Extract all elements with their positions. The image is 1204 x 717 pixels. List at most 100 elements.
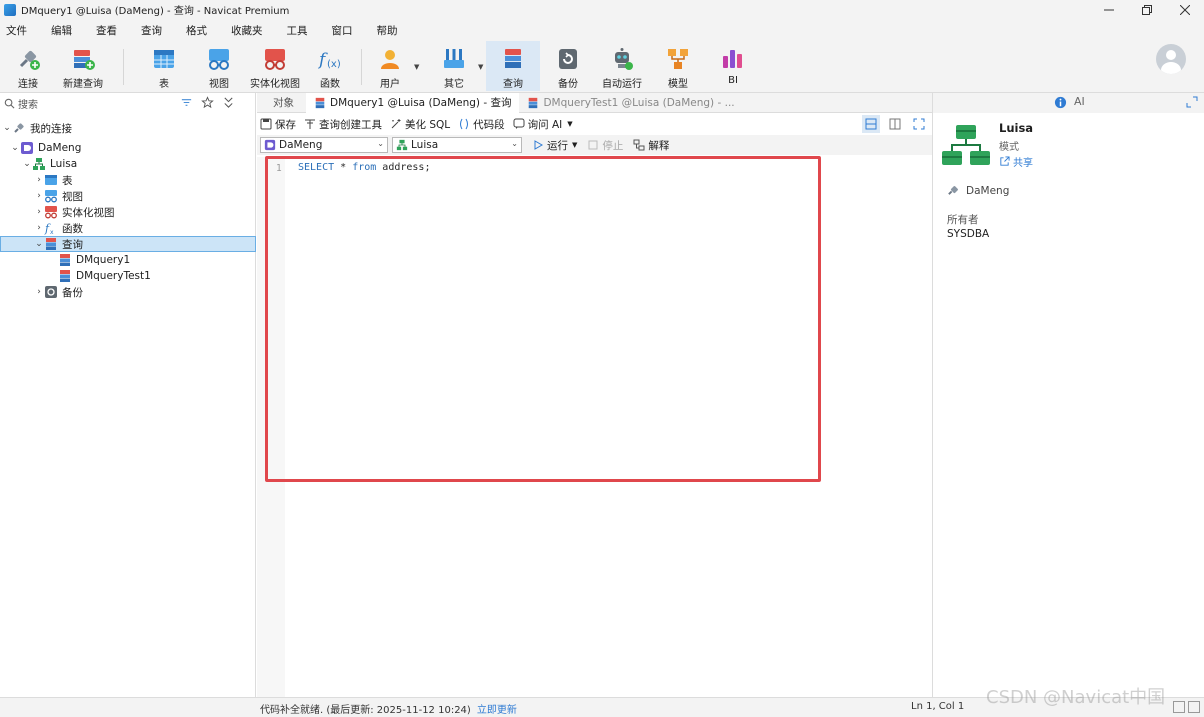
layout-toggles	[862, 115, 928, 133]
chevron-down-icon[interactable]: ⌄	[22, 159, 32, 169]
materialized-view-button[interactable]: 实体化视图	[248, 41, 302, 91]
new-query-button[interactable]: 新建查询	[60, 41, 106, 91]
sql-editor[interactable]: 1 SELECT * from address;	[257, 156, 932, 697]
share-link[interactable]: 共享	[999, 154, 1033, 169]
menu-tools[interactable]: 工具	[287, 23, 308, 38]
ask-ai-dropdown-icon[interactable]: ▼	[567, 120, 572, 128]
code-snippet-button[interactable]: 代码段	[458, 117, 505, 132]
query-builder-button[interactable]: 查询创建工具	[304, 117, 382, 132]
menu-favorites[interactable]: 收藏夹	[231, 23, 263, 38]
run-button[interactable]: 运行 ▼	[532, 138, 577, 153]
menu-file[interactable]: 文件	[6, 23, 27, 38]
menu-view[interactable]: 查看	[96, 23, 117, 38]
menu-query[interactable]: 查询	[141, 23, 162, 38]
close-button[interactable]	[1166, 0, 1204, 19]
chevron-down-icon[interactable]: ⌄	[10, 143, 20, 153]
tree-item-label: 表	[62, 174, 73, 187]
other-button[interactable]: 其它	[432, 41, 476, 91]
main-toolbar: 连接 新建查询 表 视图 实体化视图 f (x) 函数 用户 ▼ 其它 ▼ 查询…	[0, 41, 1204, 93]
menu-help[interactable]: 帮助	[377, 23, 398, 38]
stop-label: 停止	[602, 139, 624, 152]
bi-button[interactable]: BI	[711, 41, 755, 91]
chevron-right-icon[interactable]: ›	[34, 207, 44, 217]
tree-item-queries[interactable]: ⌄ 查询	[0, 236, 256, 252]
tree-item-functions[interactable]: › fx 函数	[0, 220, 256, 236]
materialized-view-label: 实体化视图	[250, 79, 300, 90]
autorun-label: 自动运行	[602, 79, 642, 90]
query-button[interactable]: 查询	[486, 41, 540, 91]
search-input[interactable]: 搜索	[18, 96, 38, 111]
update-now-link[interactable]: 立即更新	[477, 705, 517, 716]
menu-bar: 文件 编辑 查看 查询 格式 收藏夹 工具 窗口 帮助	[0, 19, 1204, 41]
menu-format[interactable]: 格式	[186, 23, 207, 38]
user-label: 用户	[380, 79, 400, 90]
explain-button[interactable]: 解释	[633, 138, 669, 153]
connection-select-value: DaMeng	[279, 139, 323, 151]
tree-item-tables[interactable]: › 表	[0, 172, 256, 188]
user-dropdown-icon[interactable]: ▼	[414, 63, 419, 71]
function-button[interactable]: f (x) 函数	[308, 41, 352, 91]
ai-tab[interactable]: AI	[1074, 95, 1085, 108]
save-button[interactable]: 保存	[260, 117, 296, 132]
user-avatar[interactable]	[1156, 44, 1186, 74]
tab-dmquerytest1[interactable]: DMqueryTest1 @Luisa (DaMeng) - ...	[519, 93, 742, 113]
backup-button[interactable]: 备份	[546, 41, 590, 91]
model-button[interactable]: 模型	[656, 41, 700, 91]
tree-item-dmquery1[interactable]: DMquery1	[0, 252, 256, 268]
chevron-right-icon[interactable]: ›	[34, 223, 44, 233]
collapse-all-icon[interactable]	[222, 96, 235, 109]
tree-item-dmquerytest1[interactable]: DMqueryTest1	[0, 268, 256, 284]
panel-left-icon[interactable]	[1173, 701, 1185, 713]
info-icon[interactable]	[1054, 96, 1067, 109]
menu-edit[interactable]: 编辑	[51, 23, 72, 38]
run-dropdown-icon[interactable]: ▼	[572, 141, 577, 149]
user-button[interactable]: 用户	[368, 41, 412, 91]
autorun-button[interactable]: 自动运行	[598, 41, 646, 91]
schema-select[interactable]: Luisa ⌄	[392, 137, 522, 153]
tree-item-dameng[interactable]: ⌄ DaMeng	[0, 140, 256, 156]
star-icon[interactable]	[201, 96, 214, 109]
connect-button[interactable]: 连接	[6, 41, 50, 91]
tree-item-backups[interactable]: › 备份	[0, 284, 256, 300]
tree-item-luisa[interactable]: ⌄ Luisa	[0, 156, 256, 172]
maximize-button[interactable]	[1128, 0, 1166, 19]
tab-objects[interactable]: 对象	[257, 93, 306, 113]
beautify-sql-button[interactable]: 美化 SQL	[390, 117, 450, 132]
table-button[interactable]: 表	[142, 41, 186, 91]
chevron-down-icon[interactable]: ⌄	[2, 123, 12, 133]
tab-dmquery1[interactable]: DMquery1 @Luisa (DaMeng) - 查询	[306, 92, 520, 113]
function-label: 函数	[320, 79, 340, 90]
tree-item-label: 我的连接	[30, 122, 72, 135]
chevron-down-icon[interactable]: ⌄	[34, 239, 44, 249]
tree-item-my-connections[interactable]: ⌄ 我的连接	[0, 120, 256, 136]
backup-label: 备份	[558, 79, 578, 90]
ask-ai-button[interactable]: 询问 AI ▼	[513, 117, 573, 132]
menu-window[interactable]: 窗口	[332, 23, 353, 38]
search-tools	[180, 96, 235, 109]
view-button[interactable]: 视图	[197, 41, 241, 91]
split-vertical-toggle[interactable]	[886, 115, 904, 133]
expand-icon[interactable]	[1186, 96, 1198, 108]
filter-icon[interactable]	[180, 96, 193, 109]
toolbar-separator	[123, 49, 124, 85]
panel-right-icon[interactable]	[1188, 701, 1200, 713]
minimize-button[interactable]	[1090, 0, 1128, 19]
search-bar[interactable]: 搜索	[0, 93, 255, 113]
new-query-icon	[70, 46, 96, 72]
fullscreen-toggle[interactable]	[910, 115, 928, 133]
ask-ai-label: 询问 AI	[527, 118, 563, 131]
split-horizontal-toggle[interactable]	[862, 115, 880, 133]
connection-select[interactable]: DaMeng ⌄	[260, 137, 388, 153]
chevron-right-icon[interactable]: ›	[34, 191, 44, 201]
tree-item-materialized-views[interactable]: › 实体化视图	[0, 204, 256, 220]
view-icon	[206, 46, 232, 72]
navigation-panel: 搜索 ⌄ 我的连接 ⌄ DaMeng ⌄ Luisa › 表 › 视图 › 实体…	[0, 93, 256, 697]
magic-wand-icon	[391, 119, 401, 129]
stop-button[interactable]: 停止	[587, 138, 623, 153]
tree-item-views[interactable]: › 视图	[0, 188, 256, 204]
other-dropdown-icon[interactable]: ▼	[478, 63, 483, 71]
status-message: 代码补全就绪. (最后更新: 2025-11-12 10:24) 立即更新	[260, 701, 517, 716]
chevron-right-icon[interactable]: ›	[34, 175, 44, 185]
model-label: 模型	[668, 79, 688, 90]
chevron-right-icon[interactable]: ›	[34, 287, 44, 297]
